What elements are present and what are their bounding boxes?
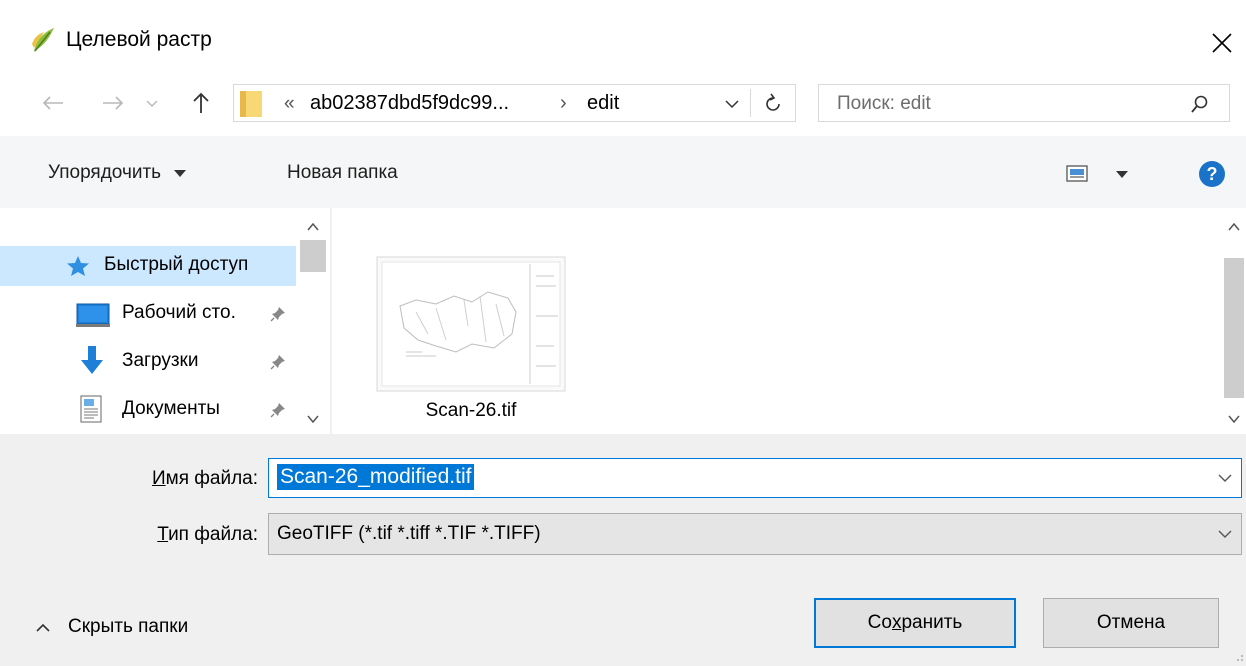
search-input[interactable] [837,92,1167,116]
recent-locations-button[interactable] [140,92,164,116]
chevron-up-icon [1228,223,1240,231]
scroll-thumb[interactable] [1224,258,1244,398]
back-button[interactable] [36,88,70,118]
arrow-left-icon [42,96,63,110]
scroll-up-button[interactable] [298,216,328,238]
scroll-up-button[interactable] [1222,216,1246,238]
refresh-button[interactable] [756,89,790,117]
search-box[interactable] [818,84,1230,122]
search-icon [1191,95,1208,113]
navigation-pane[interactable]: Быстрый доступ Рабочий сто. Загрузки Док… [0,208,330,434]
download-icon [80,345,104,379]
file-list[interactable]: Scan-26.tif [332,208,1246,434]
nav-pane-scrollbar[interactable] [298,208,328,434]
svg-text:?: ? [1207,164,1218,184]
document-icon [80,395,102,423]
close-button[interactable] [1198,20,1246,66]
address-dropdown-button[interactable] [720,93,744,115]
pin-icon[interactable] [270,306,286,322]
scroll-down-button[interactable] [1222,408,1246,430]
chevron-down-icon [1218,530,1232,538]
scroll-down-button[interactable] [298,408,328,430]
file-thumbnail [376,256,566,392]
hide-folders-label: Скрыть папки [68,616,189,637]
save-button[interactable]: Со х ранить [814,598,1016,648]
address-bar[interactable]: « ab02387dbd5f9dc99... › edit [233,84,796,122]
organize-label: Упорядочить [48,162,162,183]
arrow-up-icon [193,92,209,113]
pin-icon[interactable] [270,402,286,418]
new-folder-button[interactable]: Новая папка [287,162,398,184]
chevron-down-icon [1228,415,1240,423]
chevron-down-icon [146,100,158,107]
command-bar [0,136,1246,208]
close-icon [1212,33,1232,53]
organize-menu[interactable]: Упорядочить [48,162,186,184]
filetype-value: GeoTIFF (*.tif *.tiff *.TIF *.TIFF) [277,523,541,544]
sidebar-item-label: Документы [122,398,220,419]
view-options-button[interactable] [1066,164,1134,184]
arrow-right-icon [103,96,124,110]
forward-button[interactable] [96,88,130,118]
filename-field[interactable]: Scan-26_modified.tif [268,458,1242,498]
help-button[interactable]: ? [1198,160,1226,188]
sidebar-item-label: Загрузки [122,350,199,371]
filename-dropdown-button[interactable] [1215,469,1235,487]
breadcrumb-separator[interactable]: › [560,92,567,115]
desktop-icon [76,303,110,327]
address-overflow-chevron[interactable]: « [284,93,295,115]
view-icon [1066,165,1128,182]
sidebar-item-quick-access[interactable]: Быстрый доступ [0,246,296,286]
hide-folders-button[interactable]: Скрыть папки [36,616,188,638]
chevron-down-icon [307,415,319,423]
scroll-thumb[interactable] [300,240,326,272]
sidebar-item-label: Быстрый доступ [104,254,249,275]
folder-icon [238,89,266,119]
sidebar-item-label: Рабочий сто. [122,302,236,323]
chevron-up-icon [307,223,319,231]
file-item[interactable]: Scan-26.tif [376,256,566,421]
chevron-up-icon [36,623,50,632]
refresh-icon [766,93,780,111]
filetype-dropdown-button[interactable] [1215,525,1235,543]
resize-grip-icon[interactable] [1232,652,1244,664]
chevron-down-icon [1218,474,1232,482]
breadcrumb-segment-parent[interactable]: ab02387dbd5f9dc99... [310,92,509,115]
star-icon [66,255,90,277]
help-icon: ? [1199,161,1225,187]
file-name: Scan-26.tif [425,400,517,421]
chevron-down-icon [725,99,739,108]
pin-icon[interactable] [270,354,286,370]
sidebar-item-documents[interactable]: Документы [0,390,296,430]
up-button[interactable] [186,86,216,120]
filetype-select[interactable]: GeoTIFF (*.tif *.tiff *.TIF *.TIFF) [268,513,1242,555]
filename-value[interactable]: Scan-26_modified.tif [277,464,475,490]
window-title: Целевой растр [66,28,212,51]
dropdown-arrow-icon [173,169,186,177]
cancel-button[interactable]: Отмена [1043,598,1219,648]
qgis-icon [30,26,56,54]
filename-label: Имя файла: [151,468,258,489]
sidebar-item-downloads[interactable]: Загрузки [0,342,296,382]
filetype-label: Тип файла: [157,524,258,545]
search-button[interactable] [1185,91,1215,117]
content-scrollbar[interactable] [1222,208,1246,434]
breadcrumb-segment-current[interactable]: edit [587,92,619,115]
divider [750,89,751,117]
sidebar-item-desktop[interactable]: Рабочий сто. [0,294,296,334]
